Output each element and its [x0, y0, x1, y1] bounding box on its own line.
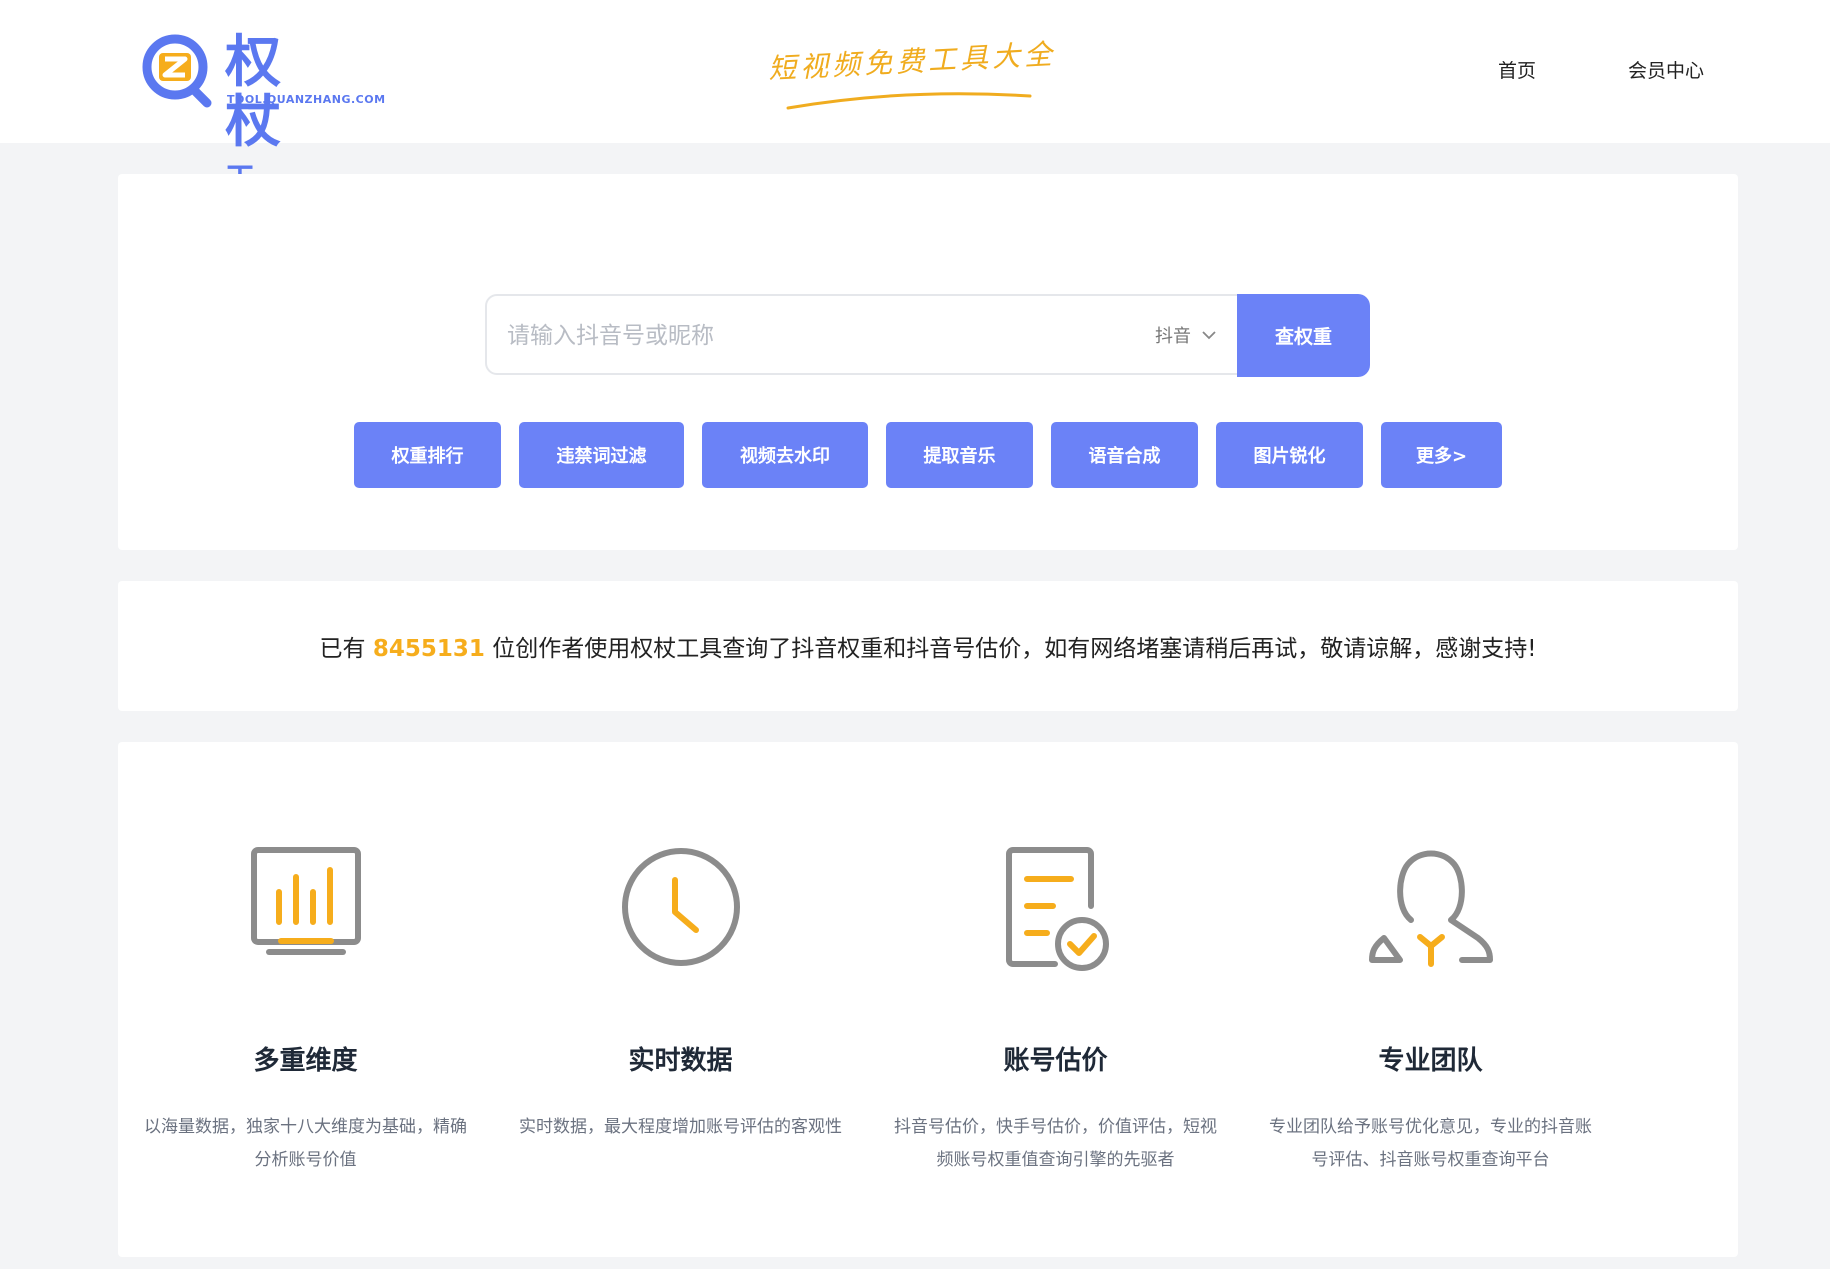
slogan-swoosh [786, 92, 1032, 110]
feature-title: 账号估价 [1003, 1046, 1108, 1076]
header: 权杖工具 TOOL.QUANZHANG.COM 短视频免费工具大全 首页 会员中… [0, 0, 1830, 240]
feature-item: 专业团队 专业团队给予账号优化意见，专业的抖音账号评估、抖音账号权重查询平台 [1243, 842, 1618, 1177]
feature-item: 多重维度 以海量数据，独家十八大维度为基础，精确分析账号价值 [118, 842, 493, 1177]
search-input[interactable] [505, 296, 1149, 375]
user-icon [1368, 850, 1493, 967]
tool-speech-synthesis[interactable]: 语音合成 [1051, 422, 1198, 488]
feature-title: 专业团队 [1378, 1046, 1483, 1076]
feature-item: 账号估价 抖音号估价，快手号估价，价值评估，短视频账号权重值查询引擎的先驱者 [868, 842, 1243, 1177]
feature-desc: 专业团队给予账号优化意见，专业的抖音账号评估、抖音账号权重查询平台 [1269, 1117, 1592, 1170]
feature-desc: 抖音号估价，快手号估价，价值评估，短视频账号权重值查询引擎的先驱者 [894, 1117, 1217, 1170]
notice-text: 已有 8455131 位创作者使用权杖工具查询了抖音权重和抖音号估价，如有网络堵… [118, 629, 1738, 663]
tool-buttons: 权重排行 违禁词过滤 视频去水印 提取音乐 语音合成 图片锐化 更多> [354, 422, 1502, 488]
document-check-icon [1005, 847, 1109, 971]
tool-extract-music[interactable]: 提取音乐 [886, 422, 1033, 488]
feature-desc: 实时数据，最大程度增加账号评估的客观性 [519, 1117, 842, 1137]
feature-title: 多重维度 [253, 1046, 358, 1076]
feature-item: 实时数据 实时数据，最大程度增加账号评估的客观性 [493, 842, 868, 1144]
slogan-text: 短视频免费工具大全 [767, 37, 1057, 86]
user-count: 8455131 [372, 636, 485, 662]
logo-domain: TOOL.QUANZHANG.COM [227, 93, 386, 106]
notice-suffix: 位创作者使用权杖工具查询了抖音权重和抖音号估价，如有网络堵塞请稍后再试，敬请谅解… [492, 636, 1537, 662]
feature-title: 实时数据 [628, 1046, 733, 1076]
notice-prefix: 已有 [319, 636, 366, 662]
platform-selected: 抖音 [1155, 325, 1191, 347]
features-card: 多重维度 以海量数据，独家十八大维度为基础，精确分析账号价值 实时数据 实时数据… [118, 742, 1738, 1257]
bar-chart-monitor-icon [250, 847, 361, 955]
notice-card: 已有 8455131 位创作者使用权杖工具查询了抖音权重和抖音号估价，如有网络堵… [118, 581, 1738, 711]
tool-banned-words[interactable]: 违禁词过滤 [519, 422, 684, 488]
platform-select[interactable]: 抖音 [1155, 296, 1217, 373]
tool-image-sharpen[interactable]: 图片锐化 [1216, 422, 1363, 488]
tool-remove-watermark[interactable]: 视频去水印 [702, 422, 868, 488]
chevron-down-icon [1202, 330, 1216, 339]
tool-more[interactable]: 更多> [1381, 422, 1502, 488]
search-box: 抖音 [485, 294, 1367, 375]
feature-desc: 以海量数据，独家十八大维度为基础，精确分析账号价值 [144, 1117, 467, 1170]
nav-member-center[interactable]: 会员中心 [1628, 56, 1704, 83]
clock-icon [621, 848, 740, 966]
search-button[interactable]: 查权重 [1237, 294, 1370, 377]
nav-home[interactable]: 首页 [1498, 56, 1536, 83]
tool-weight-ranking[interactable]: 权重排行 [354, 422, 501, 488]
search-card: 抖音 查权重 权重排行 违禁词过滤 视频去水印 提取音乐 语音合成 图片锐化 更… [118, 174, 1738, 550]
logo-q-icon [142, 34, 212, 108]
slogan: 短视频免费工具大全 [767, 37, 1058, 120]
top-nav: 首页 会员中心 [1498, 56, 1704, 83]
